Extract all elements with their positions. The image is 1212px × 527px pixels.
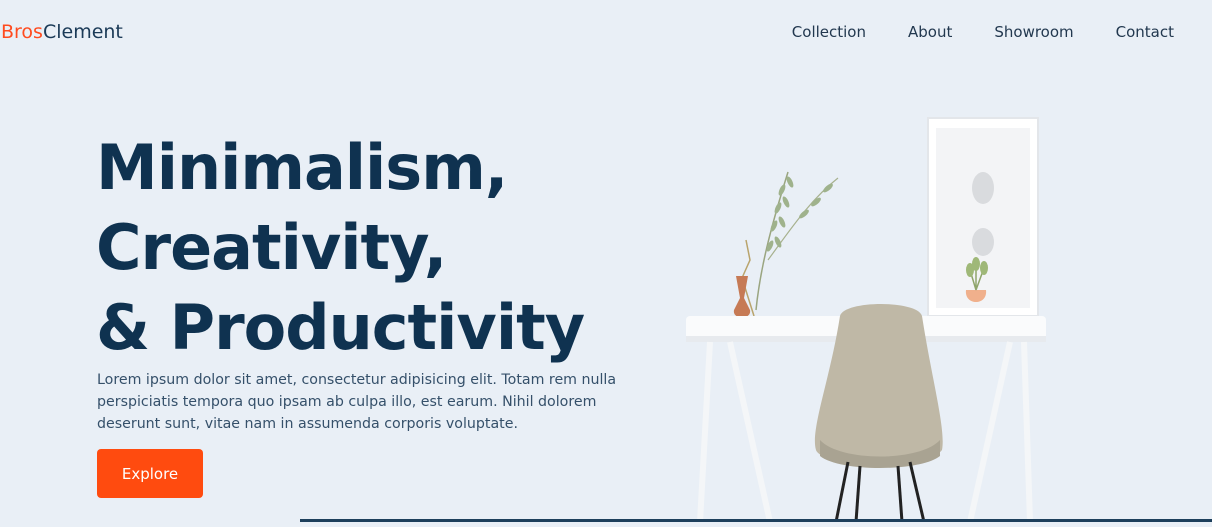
picture-frame xyxy=(927,117,1039,317)
hero-illustration xyxy=(670,110,1070,523)
hero-title: Minimalism, Creativity, & Productivity xyxy=(96,128,585,368)
logo-text: Clement xyxy=(42,21,123,43)
nav-link-about[interactable]: About xyxy=(908,22,952,42)
branch-plant xyxy=(741,171,839,317)
hero-description: Lorem ipsum dolor sit amet, consectetur … xyxy=(97,372,617,432)
hero-title-line-3: & Productivity xyxy=(96,291,585,364)
nav-link-collection[interactable]: Collection xyxy=(792,22,866,42)
desk-chair-illustration xyxy=(686,117,1046,523)
nav-link-showroom[interactable]: Showroom xyxy=(994,22,1073,42)
hero-title-line-2: Creativity, xyxy=(96,211,447,284)
explore-button[interactable]: Explore xyxy=(97,449,203,498)
hero-title-line-1: Minimalism, xyxy=(96,131,508,204)
main-nav: Collection About Showroom Contact xyxy=(750,22,1174,42)
logo-accent-text: Bros xyxy=(1,21,43,43)
nav-link-contact[interactable]: Contact xyxy=(1116,22,1174,42)
brand-logo[interactable]: BrosClement xyxy=(1,20,123,44)
